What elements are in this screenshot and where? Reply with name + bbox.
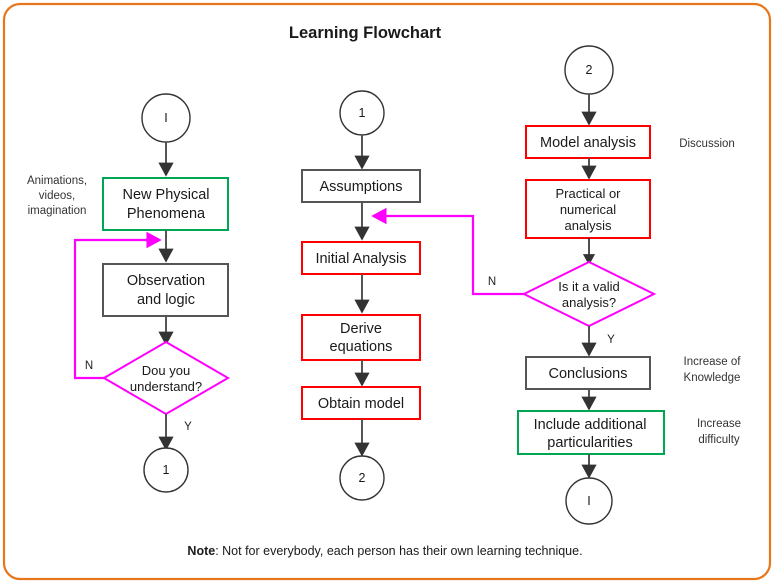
decision-is-it-a-valid-analysis xyxy=(521,260,657,328)
footer-note: Note: Not for everybody, each person has… xyxy=(187,544,582,558)
node-obtain-model-label: Obtain model xyxy=(318,396,404,412)
connector-left-start-label: I xyxy=(164,111,167,125)
decision-dou-you-understand xyxy=(102,340,230,416)
node-new-physical-phenomena-line1: New Physical xyxy=(122,187,209,203)
node-derive-equations-line2: equations xyxy=(330,339,393,355)
side-note-animations-line2: videos, xyxy=(39,190,75,202)
decision-valid-analysis-line2: analysis? xyxy=(562,295,616,310)
node-practical-line1: Practical or xyxy=(555,186,621,201)
connector-middle-start-label: 1 xyxy=(359,106,366,120)
node-observation-and-logic-line2: and logic xyxy=(137,292,195,308)
node-observation-and-logic xyxy=(102,263,229,317)
node-observation-and-logic-line1: Observation xyxy=(127,273,205,289)
node-assumptions-label: Assumptions xyxy=(319,179,402,195)
node-initial-analysis-label: Initial Analysis xyxy=(315,251,406,267)
connector-middle-end-label: 2 xyxy=(359,471,366,485)
flowchart-canvas: Learning Flowchart I Animations, videos,… xyxy=(0,0,775,584)
page-title: Learning Flowchart xyxy=(289,24,442,42)
decision-dou-you-understand-line1: Dou you xyxy=(142,363,190,378)
label-right-no: N xyxy=(488,276,496,288)
flowchart-svg: Learning Flowchart I Animations, videos,… xyxy=(2,2,772,581)
side-note-increase-knowledge-line2: Knowledge xyxy=(684,372,741,384)
node-conclusions-label: Conclusions xyxy=(549,366,628,382)
footer-note-prefix: Note xyxy=(187,544,215,558)
side-note-increase-knowledge-line1: Increase of xyxy=(684,356,742,368)
connector-right-start-label: 2 xyxy=(586,63,593,77)
node-practical-line3: analysis xyxy=(565,218,612,233)
side-note-discussion: Discussion xyxy=(679,138,735,150)
label-right-yes: Y xyxy=(607,334,615,346)
side-note-increase-difficulty-line2: difficulty xyxy=(698,434,740,446)
decision-valid-analysis-line1: Is it a valid xyxy=(558,279,619,294)
label-left-no: N xyxy=(85,360,93,372)
node-new-physical-phenomena xyxy=(102,177,229,231)
side-note-animations-line1: Animations, xyxy=(27,175,87,187)
node-new-physical-phenomena-line2: Phenomena xyxy=(127,206,206,222)
node-include-additional-line2: particularities xyxy=(547,435,632,451)
label-left-yes: Y xyxy=(184,421,192,433)
node-include-additional-line1: Include additional xyxy=(534,417,647,433)
footer-note-text: : Not for everybody, each person has the… xyxy=(215,544,582,558)
connector-left-end-label: 1 xyxy=(163,463,170,477)
node-derive-equations-line1: Derive xyxy=(340,321,382,337)
node-model-analysis-label: Model analysis xyxy=(540,135,636,151)
side-note-increase-difficulty-line1: Increase xyxy=(697,418,741,430)
connector-right-end-label: I xyxy=(587,494,590,508)
node-practical-line2: numerical xyxy=(560,202,616,217)
side-note-animations-line3: imagination xyxy=(28,205,87,217)
decision-dou-you-understand-line2: understand? xyxy=(130,379,202,394)
